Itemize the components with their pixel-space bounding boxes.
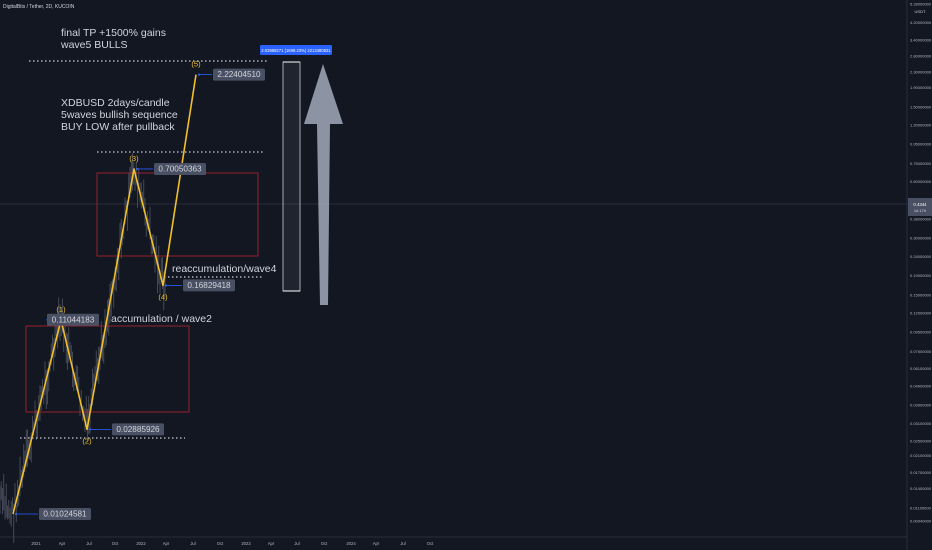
price-pointer-dot [135, 167, 139, 171]
wave-label: (2) [82, 436, 92, 445]
x-tick-label: Jul [294, 541, 299, 546]
x-tick-label: Jul [86, 541, 91, 546]
y-tick-label: 0.95000000 [910, 142, 932, 147]
x-tick-label: Apr [373, 541, 380, 546]
y-tick-label: 0.07500000 [910, 349, 932, 354]
chart-background [0, 0, 932, 550]
wave-label: (4) [158, 292, 168, 301]
axis-unit: USDT [915, 9, 926, 14]
annotation-final-tp-2: wave5 BULLS [60, 39, 128, 51]
y-tick-label: 0.01100000 [910, 506, 932, 511]
x-tick-label: 2021 [31, 541, 41, 546]
y-tick-label: 0.12000000 [910, 311, 932, 316]
current-price-value: 0.4344 [913, 202, 927, 207]
price-pointer-dot [88, 428, 92, 431]
x-tick-label: Jul [190, 541, 195, 546]
x-tick-label: Oct [217, 541, 224, 546]
y-tick-label: 0.04900000 [910, 384, 932, 389]
wave-label: (1) [56, 305, 66, 314]
current-price-countdown: 1d 17h [914, 208, 926, 213]
y-tick-label: 0.02500000 [910, 439, 932, 444]
x-tick-label: Apr [59, 541, 66, 546]
y-tick-label: 0.09500000 [910, 330, 932, 335]
wave-price-label: 0.11044183 [52, 315, 95, 324]
wave-price-label: 2.22404510 [217, 70, 261, 79]
y-tick-label: 0.03900000 [910, 402, 932, 407]
annotation-xdb-3: BUY LOW after pullback [61, 121, 175, 133]
wave-label: (5) [191, 60, 201, 69]
x-tick-label: Oct [112, 541, 119, 546]
annotation-reaccumulation: reaccumulation/wave4 [172, 263, 277, 275]
current-price-tag [908, 198, 932, 216]
y-tick-label: 0.24000000 [910, 254, 932, 259]
x-tick-label: Apr [268, 541, 275, 546]
price-pointer-dot [164, 284, 168, 287]
x-tick-label: Oct [321, 541, 328, 546]
y-tick-label: 2.80000000 [910, 53, 932, 58]
y-tick-label: 0.38000000 [910, 216, 932, 221]
y-tick-label: 2.30000000 [910, 69, 932, 74]
measure-tag-text: 2.03968271 (1698.23%) 2213480631 [261, 48, 331, 53]
chart-canvas[interactable]: DigitalBits / Tether, 2D, KUCOIN 2.03968… [0, 0, 932, 550]
y-tick-label: 0.30000000 [910, 236, 932, 241]
y-tick-label: 1.50000000 [910, 104, 932, 109]
wave-price-label: 0.16829418 [187, 281, 231, 290]
wave-price-label: 0.01024581 [43, 509, 87, 518]
y-tick-label: 1.90000000 [910, 85, 932, 90]
y-tick-label: 0.03100000 [910, 421, 932, 426]
y-tick-label: 0.06100000 [910, 366, 932, 371]
annotation-accumulation: accumulation / wave2 [111, 313, 212, 325]
wave-label: (3) [129, 154, 139, 163]
y-tick-label: 0.60000000 [910, 179, 932, 184]
x-tick-label: Jul [400, 541, 405, 546]
annotation-final-tp-1: final TP +1500% gains [61, 27, 166, 39]
measure-range [282, 61, 301, 292]
y-tick-label: 1.20000000 [910, 122, 932, 127]
wave-price-label: 0.70050363 [158, 164, 202, 173]
y-tick-label: 0.00940000 [910, 519, 932, 524]
y-tick-label: 3.40000000 [910, 37, 932, 42]
x-tick-label: Apr [163, 541, 170, 546]
annotation-xdb-1: XDBUSD 2days/candle [61, 97, 170, 109]
wave-price-label: 0.02885926 [116, 425, 160, 434]
annotation-xdb-2: 5waves bullish sequence [61, 109, 178, 121]
y-tick-label: 0.01700000 [910, 470, 932, 475]
price-pointer-dot [197, 73, 201, 76]
x-tick-label: 2024 [346, 541, 356, 546]
y-tick-label: 0.02100000 [910, 453, 932, 458]
price-pointer-dot [14, 512, 18, 516]
x-tick-label: 2023 [241, 541, 251, 546]
y-tick-label: 0.01400000 [910, 486, 932, 491]
y-tick-label: 0.19000000 [910, 273, 932, 278]
y-tick-label: 0.75000000 [910, 161, 932, 166]
x-tick-label: Oct [427, 541, 434, 546]
x-tick-label: 2022 [136, 541, 146, 546]
symbol-title: DigitalBits / Tether, 2D, KUCOIN [3, 4, 75, 10]
y-tick-label: 4.20000000 [910, 20, 932, 25]
y-tick-label: 0.15000000 [910, 292, 932, 297]
y-tick-label: 5.28000000 [910, 2, 932, 7]
